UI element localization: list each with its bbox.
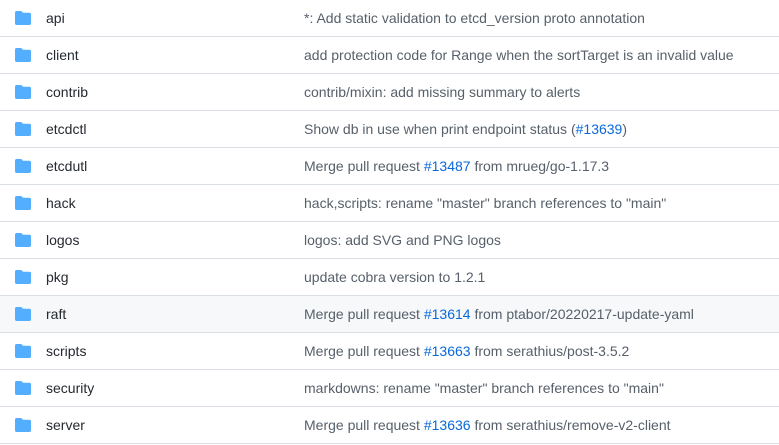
folder-icon [15, 85, 31, 99]
commit-message-text[interactable]: Merge pull request [304, 158, 424, 174]
commit-message-text[interactable]: from serathius/remove-v2-client [471, 417, 670, 433]
file-row-api[interactable]: api *: Add static validation to etcd_vers… [0, 0, 779, 37]
file-name-link[interactable]: etcdctl [46, 111, 86, 147]
file-name-link[interactable]: server [46, 407, 85, 443]
commit-message-text[interactable]: add protection code for Range when the s… [304, 47, 734, 63]
commit-message: add protection code for Range when the s… [304, 37, 734, 73]
file-row-etcdctl[interactable]: etcdctl Show db in use when print endpoin… [0, 111, 779, 148]
commit-message: Merge pull request #13614 from ptabor/20… [304, 296, 694, 332]
file-row-logos[interactable]: logos logos: add SVG and PNG logos [0, 222, 779, 259]
commit-message: markdowns: rename "master" branch refere… [304, 370, 664, 406]
folder-icon [15, 307, 31, 321]
folder-icon [15, 418, 31, 432]
folder-icon [15, 270, 31, 284]
file-row-server[interactable]: server Merge pull request #13636 from ser… [0, 407, 779, 444]
commit-message-text[interactable]: logos: add SVG and PNG logos [304, 232, 501, 248]
folder-icon [15, 344, 31, 358]
folder-icon [15, 159, 31, 173]
commit-message: Show db in use when print endpoint statu… [304, 111, 627, 147]
file-row-contrib[interactable]: contrib contrib/mixin: add missing summar… [0, 74, 779, 111]
commit-message-text[interactable]: ) [622, 121, 627, 137]
commit-message-text[interactable]: update cobra version to 1.2.1 [304, 269, 485, 285]
issue-link[interactable]: #13487 [424, 158, 471, 174]
commit-message-text[interactable]: Merge pull request [304, 306, 424, 322]
file-name-link[interactable]: pkg [46, 259, 69, 295]
file-row-pkg[interactable]: pkg update cobra version to 1.2.1 [0, 259, 779, 296]
commit-message-text[interactable]: from ptabor/20220217-update-yaml [471, 306, 693, 322]
folder-icon [15, 122, 31, 136]
commit-message-text[interactable]: Merge pull request [304, 343, 424, 359]
commit-message: Merge pull request #13636 from serathius… [304, 407, 671, 443]
file-name-link[interactable]: scripts [46, 333, 86, 369]
commit-message-text[interactable]: from serathius/post-3.5.2 [471, 343, 629, 359]
file-name-link[interactable]: security [46, 370, 94, 406]
file-row-scripts[interactable]: scripts Merge pull request #13663 from se… [0, 333, 779, 370]
file-name-link[interactable]: hack [46, 185, 76, 221]
issue-link[interactable]: #13636 [424, 417, 471, 433]
commit-message-text[interactable]: contrib/mixin: add missing summary to al… [304, 84, 580, 100]
file-name-link[interactable]: api [46, 0, 65, 36]
commit-message: contrib/mixin: add missing summary to al… [304, 74, 580, 110]
commit-message: Merge pull request #13663 from serathius… [304, 333, 629, 369]
file-name-link[interactable]: etcdutl [46, 148, 87, 184]
folder-icon [15, 48, 31, 62]
file-row-security[interactable]: security markdowns: rename "master" branc… [0, 370, 779, 407]
file-name-link[interactable]: contrib [46, 74, 88, 110]
file-name-link[interactable]: logos [46, 222, 79, 258]
issue-link[interactable]: #13663 [424, 343, 471, 359]
folder-icon [15, 381, 31, 395]
commit-message-text[interactable]: *: Add static validation to etcd_version… [304, 10, 645, 26]
folder-icon [15, 233, 31, 247]
file-row-etcdutl[interactable]: etcdutl Merge pull request #13487 from mr… [0, 148, 779, 185]
commit-message-text[interactable]: Show db in use when print endpoint statu… [304, 121, 576, 137]
file-name-link[interactable]: raft [46, 296, 66, 332]
commit-message: *: Add static validation to etcd_version… [304, 0, 645, 36]
commit-message-text[interactable]: markdowns: rename "master" branch refere… [304, 380, 664, 396]
file-row-client[interactable]: client add protection code for Range when… [0, 37, 779, 74]
commit-message: update cobra version to 1.2.1 [304, 259, 485, 295]
folder-icon [15, 11, 31, 25]
commit-message: hack,scripts: rename "master" branch ref… [304, 185, 666, 221]
commit-message-text[interactable]: hack,scripts: rename "master" branch ref… [304, 195, 666, 211]
file-name-link[interactable]: client [46, 37, 79, 73]
folder-icon [15, 196, 31, 210]
file-row-raft[interactable]: raft Merge pull request #13614 from ptabo… [0, 296, 779, 333]
file-row-hack[interactable]: hack hack,scripts: rename "master" branch… [0, 185, 779, 222]
commit-message: logos: add SVG and PNG logos [304, 222, 501, 258]
commit-message-text[interactable]: Merge pull request [304, 417, 424, 433]
issue-link[interactable]: #13614 [424, 306, 471, 322]
issue-link[interactable]: #13639 [576, 121, 623, 137]
commit-message: Merge pull request #13487 from mrueg/go-… [304, 148, 609, 184]
commit-message-text[interactable]: from mrueg/go-1.17.3 [471, 158, 609, 174]
file-list: api *: Add static validation to etcd_vers… [0, 0, 779, 444]
